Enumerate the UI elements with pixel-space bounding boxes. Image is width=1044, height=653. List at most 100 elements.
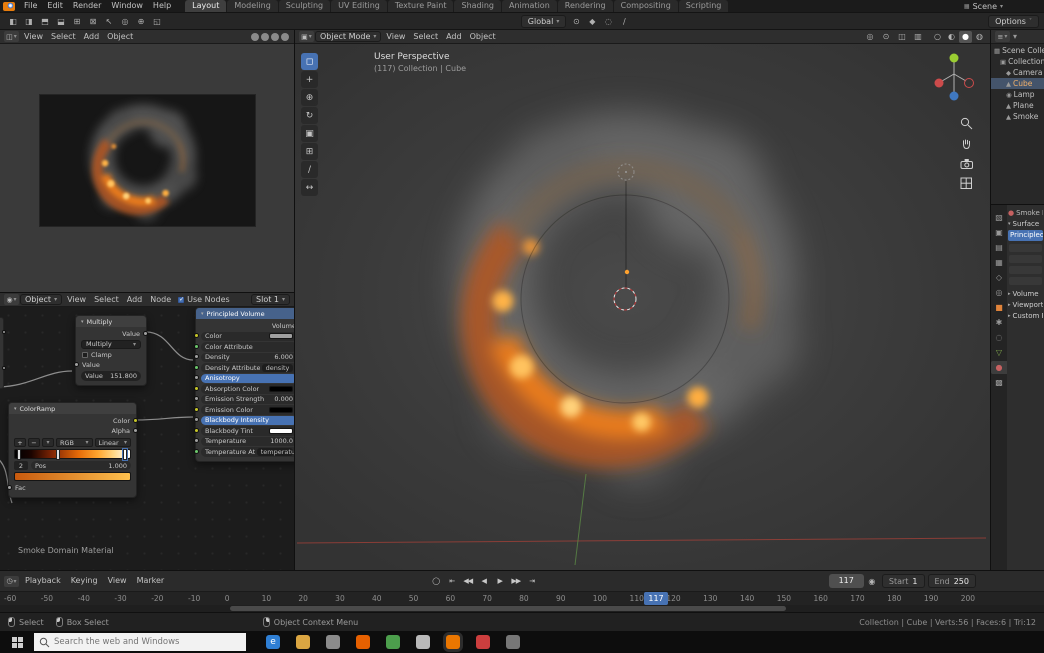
topbar-menu-item[interactable]: File bbox=[19, 0, 42, 12]
principled-volume-node[interactable]: ▾ Principled Volume Volume Color Color A… bbox=[194, 307, 294, 462]
viewport-tool-button[interactable]: ◻ bbox=[301, 53, 318, 70]
playback-button[interactable]: ◀◀ bbox=[460, 574, 475, 588]
preview-body[interactable] bbox=[0, 44, 294, 292]
input-socket[interactable] bbox=[194, 448, 199, 454]
topbar-menu-item[interactable]: Render bbox=[68, 0, 106, 12]
outliner-item[interactable]: ▦ Scene Collection bbox=[991, 45, 1044, 56]
playback-button[interactable]: ▶▶ bbox=[508, 574, 523, 588]
overlay-toggle-icon[interactable]: ◎ bbox=[862, 30, 878, 43]
viewport-tool-button[interactable]: ↻ bbox=[301, 107, 318, 124]
outliner-item[interactable]: ▲ Plane bbox=[991, 100, 1044, 111]
playback-button[interactable]: ⇥ bbox=[524, 574, 539, 588]
start-button[interactable] bbox=[0, 631, 34, 653]
overlay-toggle-icon[interactable]: ⊙ bbox=[878, 30, 894, 43]
taskbar-app-icon[interactable]: e bbox=[266, 635, 280, 649]
color-swatch[interactable] bbox=[269, 406, 293, 413]
node-input-row[interactable]: Absorption Color bbox=[194, 384, 294, 394]
workspace-tab[interactable]: UV Editing bbox=[331, 0, 387, 12]
color-swatch[interactable] bbox=[269, 385, 293, 392]
search-input[interactable] bbox=[34, 633, 246, 651]
node-input-row[interactable]: Density Attribute density bbox=[194, 363, 294, 373]
shading-sphere-icon[interactable] bbox=[261, 32, 269, 41]
collapse-icon[interactable]: ▾ bbox=[201, 311, 204, 317]
panel-header-surface[interactable]: ▾ Surface bbox=[1008, 218, 1043, 229]
output-socket[interactable] bbox=[143, 330, 148, 336]
node-input-row[interactable]: Emission Strength 0.000 bbox=[194, 394, 294, 404]
offscreen-node-edge[interactable] bbox=[0, 317, 6, 389]
use-nodes-toggle[interactable]: Use Nodes bbox=[178, 295, 230, 304]
snap-proportional-icon[interactable]: ⊙ bbox=[568, 14, 584, 28]
viewport-body[interactable]: User Perspective (117) Collection | Cube… bbox=[295, 44, 990, 570]
node-input-row[interactable]: Color bbox=[194, 331, 294, 341]
taskbar-app-icon[interactable] bbox=[296, 635, 310, 649]
node-canvas[interactable]: ▾ Multiply Value Multiply ▾ Clamp Value Va… bbox=[0, 307, 294, 570]
alpha-output-socket[interactable] bbox=[133, 428, 138, 434]
interpolation-dropdown[interactable]: Linear ▾ bbox=[94, 438, 131, 447]
workspace-tab[interactable]: Texture Paint bbox=[387, 0, 454, 12]
properties-tab[interactable]: ● bbox=[991, 361, 1007, 374]
viewport-menu-item[interactable]: Add bbox=[442, 31, 466, 43]
timeline-menu-item[interactable]: Keying bbox=[66, 575, 103, 587]
shading-mode-button[interactable]: ● bbox=[959, 30, 972, 43]
mode-dropdown[interactable]: Object Mode ▾ bbox=[315, 31, 382, 42]
outliner-item[interactable]: ◆ Camera bbox=[991, 67, 1044, 78]
options-dropdown[interactable]: Options ˅ bbox=[988, 14, 1039, 28]
viewport-tool-button[interactable]: ▣ bbox=[301, 125, 318, 142]
ramp-stop[interactable] bbox=[56, 449, 61, 460]
input-socket[interactable] bbox=[74, 362, 79, 368]
ramp-options-button[interactable]: ▾ bbox=[42, 438, 54, 447]
math-multiply-node[interactable]: ▾ Multiply Value Multiply ▾ Clamp Value Va… bbox=[74, 315, 148, 386]
outliner-item[interactable]: ▣ Collection bbox=[991, 56, 1044, 67]
playback-button[interactable]: ◀ bbox=[476, 574, 491, 588]
editor-menu-item[interactable]: Add bbox=[123, 294, 147, 306]
snap-proportional-icon[interactable]: ∕ bbox=[616, 14, 632, 28]
editor-menu-item[interactable]: Node bbox=[146, 294, 175, 306]
frame-start-field[interactable]: Start 1 bbox=[881, 574, 925, 588]
toolbar-icon[interactable]: ◎ bbox=[117, 14, 133, 28]
workspace-tab[interactable]: Layout bbox=[185, 0, 227, 12]
workspace-tab[interactable]: Shading bbox=[454, 0, 501, 12]
properties-tab[interactable]: ▩ bbox=[991, 376, 1007, 389]
frame-end-field[interactable]: End 250 bbox=[927, 574, 976, 588]
editor-menu-item[interactable]: Select bbox=[90, 294, 123, 306]
shading-mode-button[interactable]: ◍ bbox=[973, 31, 986, 43]
input-socket[interactable] bbox=[194, 406, 199, 412]
taskbar-app-icon[interactable] bbox=[356, 635, 370, 649]
stop-index-field[interactable]: 2 bbox=[14, 461, 28, 470]
toolbar-icon[interactable]: ◧ bbox=[5, 14, 21, 28]
color-output-socket[interactable] bbox=[133, 417, 138, 423]
taskbar-app-icon[interactable] bbox=[506, 635, 520, 649]
properties-tab[interactable]: ▽ bbox=[991, 346, 1007, 359]
filter-icon[interactable]: ▾ bbox=[1013, 32, 1017, 41]
toolbar-icon[interactable]: ⊠ bbox=[85, 14, 101, 28]
taskbar-app-icon[interactable] bbox=[386, 635, 400, 649]
editor-type-icon[interactable]: ◷ ▾ bbox=[4, 575, 19, 587]
taskbar-app-icon[interactable] bbox=[326, 635, 340, 649]
editor-type-icon[interactable]: ◫ ▾ bbox=[4, 31, 19, 42]
timeline-menu-item[interactable]: View bbox=[103, 575, 132, 587]
stop-color-swatch[interactable] bbox=[14, 472, 131, 481]
ramp-stop-selected[interactable] bbox=[123, 449, 128, 460]
toolbar-icon[interactable]: ◱ bbox=[149, 14, 165, 28]
editor-menu-item[interactable]: Select bbox=[47, 31, 80, 43]
input-socket[interactable] bbox=[194, 354, 199, 360]
clamp-toggle[interactable]: Clamp bbox=[81, 350, 141, 360]
shading-sphere-icon[interactable] bbox=[271, 32, 279, 41]
node-input-row[interactable]: Blackbody Intensity bbox=[194, 415, 294, 425]
editor-menu-item[interactable]: Object bbox=[103, 31, 137, 43]
value-slider[interactable]: Value 151.800 bbox=[81, 371, 141, 381]
ramp-stop[interactable] bbox=[17, 449, 22, 460]
properties-tab[interactable]: ▤ bbox=[991, 241, 1007, 254]
editor-menu-item[interactable]: View bbox=[20, 31, 47, 43]
timeline-menu-item[interactable]: Marker bbox=[132, 575, 170, 587]
collapsed-panel-header[interactable]: ▸ Viewport Display bbox=[1008, 299, 1043, 310]
node-input-row[interactable]: Emission Color bbox=[194, 405, 294, 415]
color-swatch[interactable] bbox=[269, 333, 293, 340]
outliner-item[interactable]: ◉ Lamp bbox=[991, 89, 1044, 100]
toolbar-icon[interactable]: ◨ bbox=[21, 14, 37, 28]
viewport-menu-item[interactable]: View bbox=[382, 31, 409, 43]
toolbar-icon[interactable]: ⊕ bbox=[133, 14, 149, 28]
current-frame-field[interactable]: 117 bbox=[828, 574, 864, 588]
properties-tab[interactable]: ✱ bbox=[991, 316, 1007, 329]
node-input-row[interactable]: Temperature Attribute temperature bbox=[194, 447, 294, 457]
